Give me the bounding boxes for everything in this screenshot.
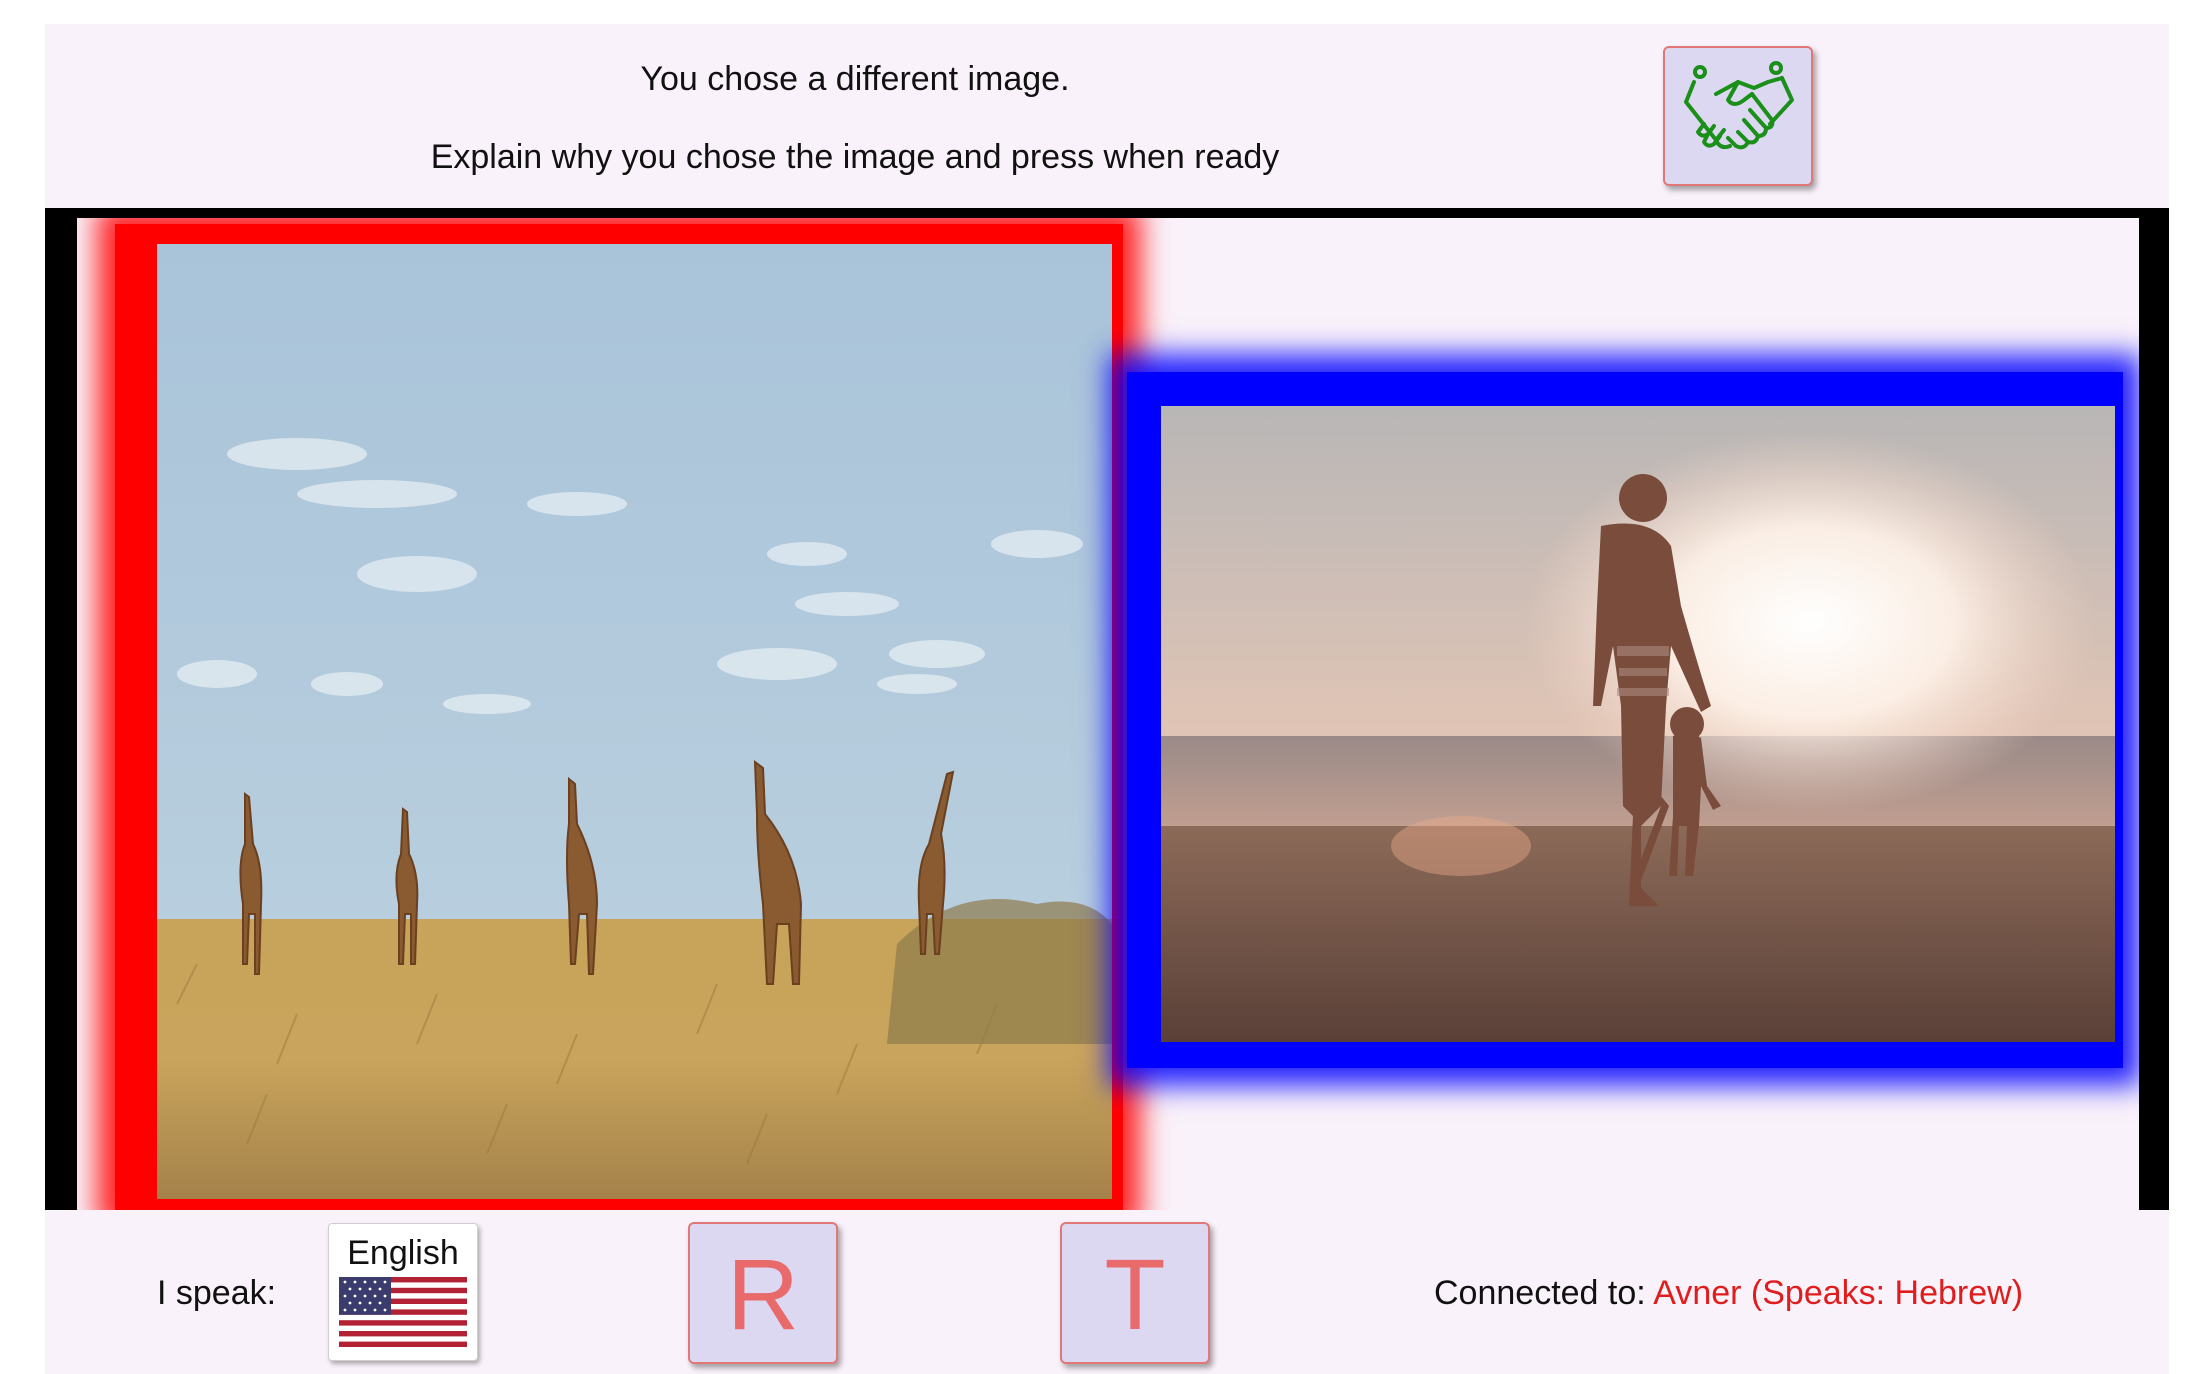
image-stage-inner <box>77 218 2139 1210</box>
t-button[interactable]: T <box>1060 1222 1210 1364</box>
r-button[interactable]: R <box>688 1222 838 1364</box>
image-stage <box>45 208 2169 1210</box>
connected-prefix: Connected to: <box>1434 1274 1646 1312</box>
handshake-icon <box>1676 54 1800 179</box>
giraffes-savanna-photo <box>157 244 1112 1199</box>
i-speak-label: I speak: <box>157 1274 277 1312</box>
connection-status: Connected to: Avner (Speaks: Hebrew) <box>1434 1274 2023 1313</box>
beach-sunset-photo <box>1161 406 2115 1042</box>
image-card-left-selected[interactable] <box>115 224 1123 1210</box>
r-button-label: R <box>726 1239 800 1351</box>
connected-partner: Avner (Speaks: Hebrew) <box>1653 1274 2024 1312</box>
t-button-label: T <box>1104 1239 1166 1351</box>
image-card-right[interactable] <box>1127 372 2123 1068</box>
instruction-message: Explain why you chose the image and pres… <box>430 138 1280 176</box>
status-message: You chose a different image. <box>640 60 1070 98</box>
app-window: You chose a different image. Explain why… <box>45 24 2169 1374</box>
us-flag-icon <box>329 1277 477 1347</box>
language-name: English <box>347 1234 459 1272</box>
language-button[interactable]: English <box>328 1223 478 1361</box>
handshake-button[interactable] <box>1663 46 1813 186</box>
